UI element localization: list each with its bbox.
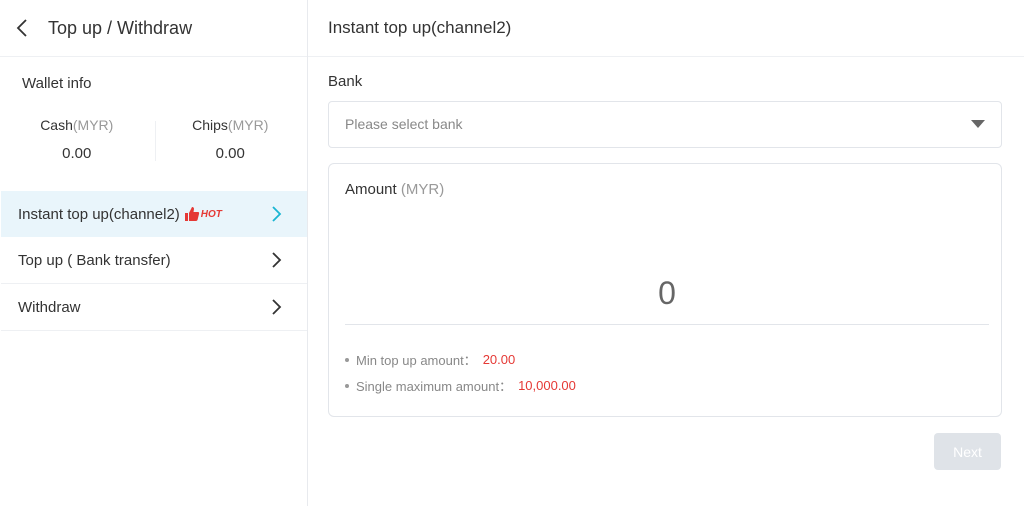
- min-topup-value: 20.00: [482, 352, 516, 367]
- sidebar: Top up / Withdraw Wallet info Cash(MYR) …: [0, 0, 308, 506]
- sidebar-menu: Instant top up(channel2) HOT Top up ( Ba…: [1, 191, 307, 331]
- menu-item-instant-topup[interactable]: Instant top up(channel2) HOT: [1, 191, 307, 237]
- max-amount-value: 10,000.00: [518, 378, 576, 393]
- cash-unit: (MYR): [72, 117, 114, 133]
- bullet-dot: [345, 357, 349, 362]
- wallet-divider: [155, 121, 156, 161]
- min-topup-hint: Min top up amount： 20.00: [345, 350, 515, 369]
- amount-unit: (MYR): [400, 181, 445, 198]
- hot-badge: HOT: [184, 206, 222, 222]
- menu-item-withdraw[interactable]: Withdraw: [1, 284, 307, 331]
- amount-card: Amount (MYR) Min top up amount： 20.00 Si…: [328, 163, 1002, 417]
- min-topup-label: Min top up amount：: [356, 353, 477, 368]
- menu-item-label: Withdraw: [18, 298, 81, 316]
- back-arrow-icon[interactable]: [16, 18, 36, 38]
- chevron-right-icon: [272, 299, 282, 315]
- bullet-dot: [345, 383, 349, 388]
- menu-item-label: Instant top up(channel2): [18, 205, 180, 223]
- amount-label: Amount: [345, 181, 397, 198]
- max-amount-hint: Single maximum amount： 10,000.00: [345, 376, 576, 395]
- max-amount-label: Single maximum amount：: [356, 379, 513, 394]
- wallet-info-title: Wallet info: [22, 75, 92, 92]
- menu-item-bank-transfer[interactable]: Top up ( Bank transfer): [1, 237, 307, 284]
- bank-select-placeholder: Please select bank: [345, 116, 463, 132]
- chips-label: Chips: [192, 117, 228, 133]
- sidebar-header: Top up / Withdraw: [0, 0, 307, 57]
- chips-value: 0.00: [215, 145, 245, 162]
- cash-balance: Cash(MYR) 0.00: [0, 117, 154, 165]
- caret-down-icon: [971, 120, 985, 128]
- menu-item-label: Top up ( Bank transfer): [18, 251, 171, 269]
- wallet-balances: Cash(MYR) 0.00 Chips(MYR) 0.00: [0, 117, 307, 165]
- chips-unit: (MYR): [227, 117, 269, 133]
- main-title: Instant top up(channel2): [308, 0, 1024, 57]
- next-button[interactable]: Next: [934, 433, 1001, 470]
- cash-value: 0.00: [62, 145, 92, 162]
- thumbs-up-icon: [184, 207, 199, 221]
- chips-balance: Chips(MYR) 0.00: [154, 117, 308, 165]
- main-panel: Instant top up(channel2) Bank Please sel…: [308, 0, 1024, 506]
- amount-input[interactable]: [345, 262, 989, 325]
- cash-label: Cash: [40, 117, 73, 133]
- bank-select[interactable]: Please select bank: [328, 101, 1002, 148]
- hot-badge-text: HOT: [200, 208, 222, 220]
- bank-label: Bank: [328, 73, 363, 90]
- chevron-right-icon: [272, 206, 282, 222]
- chevron-right-icon: [272, 252, 282, 268]
- page-title: Top up / Withdraw: [48, 17, 193, 38]
